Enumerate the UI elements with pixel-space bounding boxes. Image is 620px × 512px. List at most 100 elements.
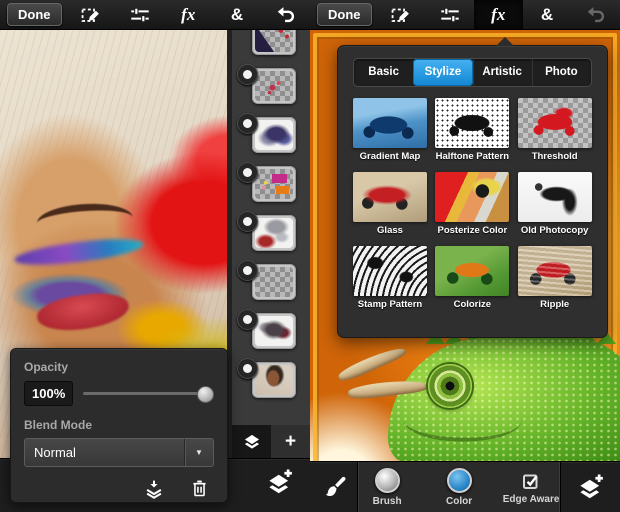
layer-item-6[interactable] [252,264,296,300]
effect-item-stamp-pattern[interactable]: Stamp Pattern [353,246,427,310]
tab-photo[interactable]: Photo [532,59,591,86]
ampersand-icon: & [541,5,553,25]
layers-icon [242,432,262,452]
layer-item-2[interactable] [252,68,296,104]
opacity-slider-thumb[interactable] [197,386,214,403]
effect-thumbnail [435,246,509,296]
layer-thumbnail-art [255,365,293,395]
marquee-pencil-icon [80,4,102,26]
opacity-value[interactable]: 100% [24,381,73,406]
color-option[interactable]: Color [430,468,488,507]
effect-label: Posterize Color [435,225,509,236]
effect-label: Gradient Map [353,151,427,162]
delete-layer-button[interactable] [189,478,210,505]
effect-thumbnail [353,98,427,148]
layer-panel-toggle-button[interactable] [265,467,295,502]
layer-properties-panel: Opacity 100% Blend Mode Normal ▼ [10,348,228,503]
effect-thumbnail [518,246,592,296]
blend-mode-value: Normal [25,439,184,466]
layer-thumbnail-art [255,218,293,248]
app-root: Done fx & [0,0,620,512]
effect-label: Glass [353,225,427,236]
layer-thumbnail-art [255,316,293,346]
opacity-label: Opacity [24,360,214,374]
tab-artistic[interactable]: Artistic [473,59,532,86]
layer-thumbnail[interactable] [252,362,296,398]
text-tool-button[interactable]: & [523,0,572,29]
tab-basic[interactable]: Basic [354,59,413,86]
effect-item-threshold[interactable]: Threshold [518,98,592,162]
layer-thumbnail[interactable] [252,313,296,349]
visibility-dot-icon [243,364,252,373]
effect-item-posterize-color[interactable]: Posterize Color [435,172,509,236]
adjustments-tool-button[interactable] [425,0,474,29]
brush-tool-button[interactable] [310,462,358,512]
opacity-slider[interactable] [83,386,214,402]
brush-tip-icon [375,468,400,493]
effect-item-gradient-map[interactable]: Gradient Map [353,98,427,162]
layer-thumbnail-art [255,169,293,199]
layer-item-5[interactable] [252,215,296,251]
effect-item-colorize[interactable]: Colorize [435,246,509,310]
undo-button[interactable] [261,0,310,29]
layer-thumbnail-art [255,71,293,101]
add-layer-button[interactable]: + [271,425,310,458]
layer-visibility-toggle[interactable] [237,113,258,134]
fx-icon: fx [181,5,195,25]
tab-stylize-selected[interactable]: Stylize [413,59,472,86]
done-button[interactable]: Done [317,3,372,26]
layer-item-7[interactable] [252,313,296,349]
marquee-tool-button[interactable] [67,0,116,29]
text-tool-button[interactable]: & [213,0,262,29]
effect-label: Colorize [435,299,509,310]
layer-visibility-toggle[interactable] [237,64,258,85]
add-layer-stack-icon [265,467,295,497]
layers-panel-button[interactable] [232,425,271,458]
layer-visibility-toggle[interactable] [237,260,258,281]
top-toolbar-left: Done fx & [0,0,310,30]
layer-panel-toggle-button[interactable] [561,462,620,512]
layer-thumbnail[interactable] [252,215,296,251]
blend-mode-dropdown[interactable]: Normal ▼ [24,438,214,467]
edge-aware-label: Edge Aware [503,494,560,505]
layer-item-4[interactable] [252,166,296,202]
layer-visibility-toggle[interactable] [237,211,258,232]
undo-icon [275,4,297,26]
layer-visibility-toggle[interactable] [237,358,258,379]
layer-item-8[interactable] [252,362,296,398]
fx-tool-button-active[interactable]: fx [474,0,523,29]
effect-item-halftone-pattern[interactable]: Halftone Pattern [435,98,509,162]
layer-thumbnail[interactable] [252,117,296,153]
caret-down-icon: ▼ [195,448,203,457]
layer-thumbnail[interactable] [252,264,296,300]
undo-button-disabled[interactable] [571,0,620,29]
trash-icon [189,478,210,499]
layer-item-1[interactable] [252,30,296,55]
layer-visibility-toggle[interactable] [237,162,258,183]
effect-item-glass[interactable]: Glass [353,172,427,236]
color-option-label: Color [446,496,472,507]
adjustments-icon [439,4,461,26]
edge-aware-option[interactable]: Edge Aware [502,469,560,505]
adjustments-tool-button[interactable] [115,0,164,29]
top-toolbar-right: Done fx & [310,0,620,30]
merge-down-button[interactable] [143,478,165,505]
dropdown-caret-button[interactable]: ▼ [184,439,213,466]
brush-option-label: Brush [373,496,402,507]
layers-panel [227,30,310,425]
layer-thumbnail[interactable] [252,30,296,55]
done-button[interactable]: Done [7,3,62,26]
layers-panel-footer: + [227,425,310,458]
layer-thumbnail[interactable] [252,68,296,104]
layer-visibility-toggle[interactable] [237,309,258,330]
layer-item-3[interactable] [252,117,296,153]
fx-effects-popup: Basic Stylize Artistic Photo Gradient Ma… [337,45,608,338]
marquee-tool-button[interactable] [377,0,426,29]
effect-label: Threshold [518,151,592,162]
effect-item-ripple[interactable]: Ripple [518,246,592,310]
brush-icon [321,474,347,500]
layer-thumbnail[interactable] [252,166,296,202]
effect-item-old-photocopy[interactable]: Old Photocopy [518,172,592,236]
brush-size-option[interactable]: Brush [358,468,416,507]
fx-tool-button[interactable]: fx [164,0,213,29]
